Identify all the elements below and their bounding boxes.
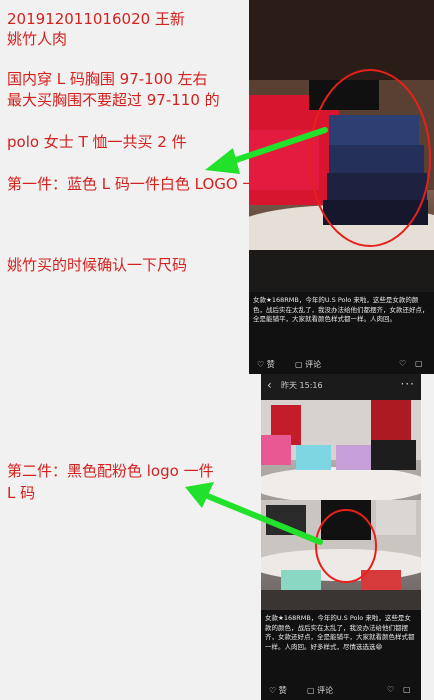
comment-label: 评论 <box>305 360 322 369</box>
polo-table-illustration <box>261 400 421 610</box>
second-item-line: 第二件：黑色配粉色 logo 一件 <box>7 462 214 480</box>
comment-icon[interactable]: ▢ <box>403 685 411 694</box>
size-confirm-line: 姚竹买的时候确认一下尺码 <box>7 256 188 274</box>
moment-header: ‹ 昨天 15:16 ··· <box>261 374 421 400</box>
back-arrow-icon[interactable]: ‹ <box>267 378 272 392</box>
comment-button-1[interactable]: ▢ 评论 <box>295 359 321 370</box>
post-time: 昨天 15:16 <box>281 381 323 390</box>
post-caption-2: 女款★168RMB，今年的U.S Polo 来啦，这些是女款的颜色，战后实在太乱… <box>265 614 415 651</box>
comment-button-2[interactable]: ▢ 评论 <box>307 685 333 696</box>
comment-icon[interactable]: ▢ <box>415 359 423 368</box>
first-item-line: 第一件：蓝色 L 码一件白色 LOGO 一件 <box>7 175 273 193</box>
more-options-icon[interactable]: ··· <box>401 377 415 391</box>
store-photo-1 <box>249 0 434 292</box>
like-label: 赞 <box>278 686 287 695</box>
like-button-1[interactable]: ♡ 赞 <box>257 359 275 370</box>
second-item-size-line: L 码 <box>7 484 36 502</box>
chest-limit-line: 最大买胸围不要超过 97-110 的 <box>7 91 220 109</box>
polo-display-illustration <box>249 0 434 292</box>
post-actions-1: ♡ 赞 ▢ 评论 ♡ ▢ <box>249 356 434 374</box>
store-photo-2 <box>261 400 421 610</box>
post-actions-2: ♡ 赞 ▢ 评论 ♡ ▢ <box>261 682 421 700</box>
order-id-line: 201912011016020 王新 <box>7 10 185 28</box>
store-photo-screenshot-2: ‹ 昨天 15:16 ··· 女款★168RMB，今年的U.S Polo 来啦，… <box>261 374 421 700</box>
total-items-line: polo 女士 T 恤一共买 2 件 <box>7 133 187 151</box>
top-panel: 201912011016020 王新 姚竹人肉 国内穿 L 码胸围 97-100… <box>0 0 434 374</box>
post-caption-1: 女款★168RMB，今年的U.S Polo 来啦，这些是女款的颜色，战后实在太乱… <box>253 296 429 323</box>
comment-label: 评论 <box>317 686 334 695</box>
store-photo-screenshot-1: 女款★168RMB，今年的U.S Polo 来啦，这些是女款的颜色，战后实在太乱… <box>249 0 434 374</box>
customer-name-line: 姚竹人肉 <box>7 30 68 48</box>
heart-icon[interactable]: ♡ <box>387 685 394 694</box>
like-button-2[interactable]: ♡ 赞 <box>269 685 287 696</box>
heart-icon[interactable]: ♡ <box>399 359 406 368</box>
bottom-panel: 第二件：黑色配粉色 logo 一件 L 码 ‹ 昨天 15:16 ··· 女款★… <box>0 374 434 700</box>
size-note-line: 国内穿 L 码胸围 97-100 左右 <box>7 70 208 88</box>
like-label: 赞 <box>266 360 275 369</box>
